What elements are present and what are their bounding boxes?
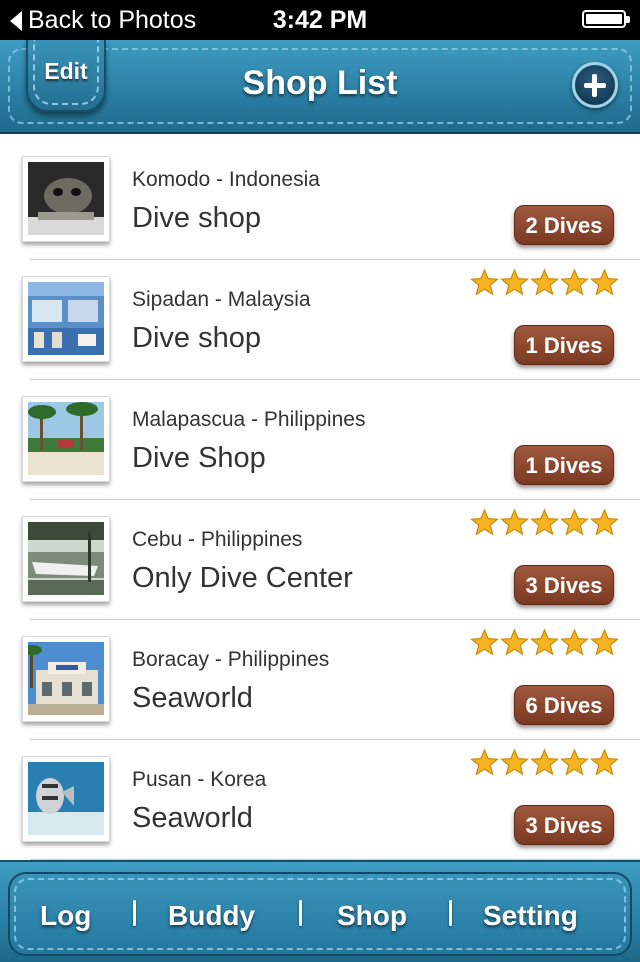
shop-location: Boracay - Philippines xyxy=(132,648,330,671)
tab-divider xyxy=(299,900,302,926)
star-icon xyxy=(500,628,529,656)
shop-photo xyxy=(28,282,104,355)
star-icon xyxy=(590,628,619,656)
shop-name: Seaworld xyxy=(132,682,253,714)
shop-row[interactable]: Cebu - Philippines Only Dive Center 3 Di… xyxy=(0,500,640,620)
star-icon xyxy=(530,748,559,776)
star-icon xyxy=(560,628,589,656)
shop-name: Dive shop xyxy=(132,322,261,354)
rating-stars xyxy=(470,508,620,538)
star-icon xyxy=(530,508,559,536)
star-icon xyxy=(590,508,619,536)
star-icon xyxy=(470,748,499,776)
dives-count-button[interactable]: 1 Dives xyxy=(514,325,614,365)
shop-list: Komodo - Indonesia Dive shop 2 Dives Sip… xyxy=(0,140,640,860)
shop-photo xyxy=(28,402,104,475)
star-icon xyxy=(470,268,499,296)
shop-photo xyxy=(28,162,104,235)
shop-name: Seaworld xyxy=(132,802,253,834)
tab-setting[interactable]: Setting xyxy=(483,900,578,932)
dives-count-button[interactable]: 6 Dives xyxy=(514,685,614,725)
shop-name: Dive Shop xyxy=(132,442,266,474)
star-icon xyxy=(560,748,589,776)
tab-log[interactable]: Log xyxy=(40,900,91,932)
shop-location: Sipadan - Malaysia xyxy=(132,288,311,311)
shop-location: Malapascua - Philippines xyxy=(132,408,366,431)
star-icon xyxy=(530,268,559,296)
star-icon xyxy=(560,508,589,536)
shop-name: Only Dive Center xyxy=(132,562,353,594)
dives-count-button[interactable]: 1 Dives xyxy=(514,445,614,485)
tab-divider xyxy=(133,900,136,926)
star-icon xyxy=(590,268,619,296)
star-icon xyxy=(500,268,529,296)
shop-photo xyxy=(28,762,104,835)
shop-thumbnail xyxy=(22,636,110,722)
shop-row[interactable]: Komodo - Indonesia Dive shop 2 Dives xyxy=(0,140,640,260)
star-icon xyxy=(560,268,589,296)
shop-row[interactable]: Boracay - Philippines Seaworld 6 Dives xyxy=(0,620,640,740)
shop-name: Dive shop xyxy=(132,202,261,234)
shop-row[interactable]: Sipadan - Malaysia Dive shop 1 Dives xyxy=(0,260,640,380)
tab-buddy[interactable]: Buddy xyxy=(168,900,255,932)
rating-stars xyxy=(470,748,620,778)
status-time: 3:42 PM xyxy=(272,6,368,34)
star-icon xyxy=(590,748,619,776)
shop-photo xyxy=(28,642,104,715)
star-icon xyxy=(470,628,499,656)
battery-icon xyxy=(582,10,630,28)
shop-location: Cebu - Philippines xyxy=(132,528,303,551)
shop-location: Pusan - Korea xyxy=(132,768,267,791)
rating-stars xyxy=(470,628,620,658)
page-title: Shop List xyxy=(242,64,398,102)
dives-count-button[interactable]: 3 Dives xyxy=(514,565,614,605)
status-bar: Back to Photos 3:42 PM xyxy=(0,0,640,40)
add-shop-button[interactable] xyxy=(572,62,618,108)
shop-thumbnail xyxy=(22,756,110,842)
shop-location: Komodo - Indonesia xyxy=(132,168,320,191)
dives-count-button[interactable]: 3 Dives xyxy=(514,805,614,845)
shop-thumbnail xyxy=(22,276,110,362)
shop-thumbnail xyxy=(22,516,110,602)
dives-count-button[interactable]: 2 Dives xyxy=(514,205,614,245)
tab-shop[interactable]: Shop xyxy=(337,900,407,932)
rating-stars xyxy=(470,268,620,298)
tab-divider xyxy=(449,900,452,926)
star-icon xyxy=(500,508,529,536)
shop-thumbnail xyxy=(22,396,110,482)
shop-row[interactable]: Pusan - Korea Seaworld 3 Dives xyxy=(0,740,640,860)
star-icon xyxy=(470,508,499,536)
star-icon xyxy=(530,628,559,656)
star-icon xyxy=(500,748,529,776)
shop-thumbnail xyxy=(22,156,110,242)
shop-row[interactable]: Malapascua - Philippines Dive Shop 1 Div… xyxy=(0,380,640,500)
tab-bar: Log Buddy Shop Setting xyxy=(0,860,640,962)
shop-photo xyxy=(28,522,104,595)
